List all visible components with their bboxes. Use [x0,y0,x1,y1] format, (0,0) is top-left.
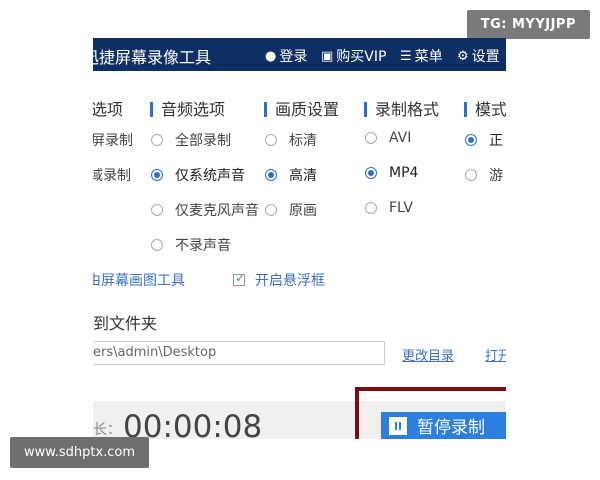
user-icon: ● [265,48,277,64]
radio-button[interactable] [265,134,277,146]
login-label: 登录 [279,49,308,65]
section-audio-options: 音频选项 [150,96,225,120]
open-folder-link[interactable]: 打开 [485,345,506,364]
app-title: 迅捷屏幕录像工具 [93,48,212,67]
cart-icon: ▣ [321,48,334,64]
draw-tool-link[interactable]: 由屏幕画图工具 [93,270,185,290]
section-bar-icon [150,102,153,117]
quality-option-hd[interactable]: 高清 [265,165,317,185]
gear-icon: ⚙ [457,48,469,64]
titlebar: 迅捷屏幕录像工具 ● 登录 ▣ 购买VIP ☰ 菜单 ⚙ 设置 [93,38,506,71]
audio-option-system[interactable]: 仅系统声音 [151,165,245,185]
radio-button-selected[interactable] [465,134,477,146]
radio-button[interactable] [465,169,477,181]
settings-label: 设置 [471,49,500,65]
app-window: 迅捷屏幕录像工具 ● 登录 ▣ 购买VIP ☰ 菜单 ⚙ 设置 选项 音频选项 … [93,38,506,439]
settings-button[interactable]: ⚙ 设置 [457,46,500,66]
quality-option-original[interactable]: 原画 [265,200,317,220]
radio-button[interactable] [151,239,163,251]
format-option-flv[interactable]: FLV [365,200,413,216]
audio-option-all[interactable]: 全部录制 [151,130,231,150]
radio-button-selected[interactable] [365,167,377,179]
section-bar-icon [364,102,367,117]
section-format: 录制格式 [364,96,439,120]
radio-button[interactable] [265,204,277,216]
format-option-avi[interactable]: AVI [365,130,411,146]
menu-button[interactable]: ☰ 菜单 [400,46,443,66]
video-option-0[interactable]: 屏录制 [93,130,133,150]
section-bar-icon [464,102,467,117]
mode-option-game[interactable]: 游 [465,165,503,185]
section-mode: 模式 [464,96,506,120]
checkbox[interactable]: ✓ [233,271,246,286]
pause-recording-button[interactable]: 暂停录制 [381,412,506,439]
section-bar-icon [264,102,267,117]
radio-button-selected[interactable] [151,169,163,181]
radio-button[interactable] [151,134,163,146]
check-icon: ✓ [235,271,246,285]
pause-recording-label: 暂停录制 [417,418,485,438]
audio-option-mic[interactable]: 仅麦克风声音 [151,200,259,220]
audio-option-none[interactable]: 不录声音 [151,235,231,255]
buy-vip-button[interactable]: ▣ 购买VIP [321,46,386,66]
save-folder-label: 到文件夹 [93,314,158,333]
section-quality: 画质设置 [264,96,339,120]
pause-icon [389,416,407,435]
duration-label: 长： [93,422,121,438]
radio-button[interactable] [365,202,377,214]
radio-button[interactable] [365,132,377,144]
login-button[interactable]: ● 登录 [265,46,307,66]
duration-timer: 00:00:08 [123,409,263,439]
mode-option-normal[interactable]: 正 [465,130,503,150]
watermark-bottom: www.sdhptx.com [10,437,150,468]
watermark-top: TG: MYYJJPP [466,10,590,39]
radio-button[interactable] [151,204,163,216]
section-video-options: 选项 [93,100,124,119]
buy-vip-label: 购买VIP [336,49,387,65]
radio-button-selected[interactable] [265,169,277,181]
quality-option-sd[interactable]: 标清 [265,130,317,150]
menu-label: 菜单 [414,49,443,65]
float-window-checkbox[interactable]: ✓ 开启悬浮框 [233,270,325,290]
change-dir-link[interactable]: 更改目录 [402,345,454,364]
save-path-input[interactable]: ers\admin\Desktop [93,341,385,365]
menu-icon: ☰ [400,48,412,64]
video-option-1[interactable]: 域录制 [93,165,131,185]
format-option-mp4[interactable]: MP4 [365,165,418,181]
